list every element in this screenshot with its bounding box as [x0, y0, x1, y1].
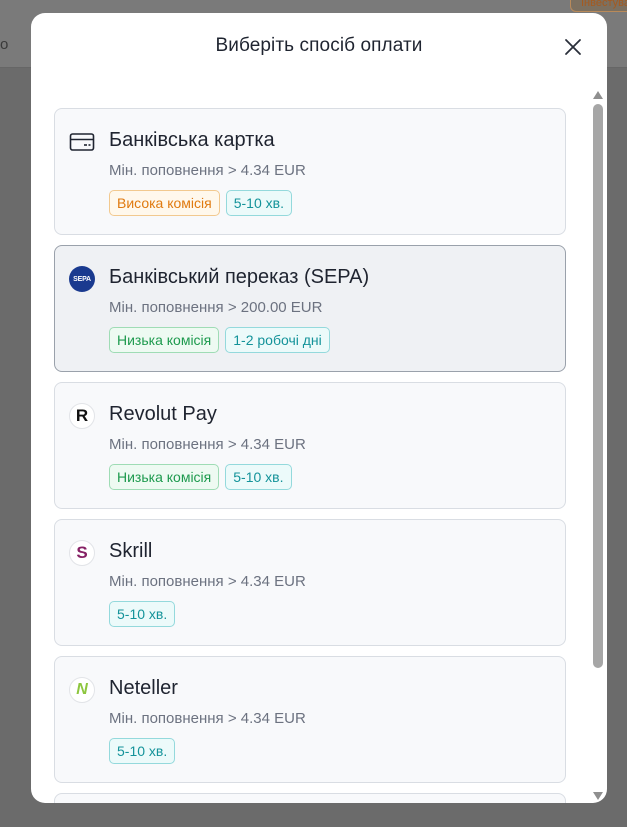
time-badge: 1-2 робочі дні — [225, 327, 330, 353]
time-badge: 5-10 хв. — [109, 601, 176, 627]
scrollbar-thumb[interactable] — [593, 104, 603, 668]
minimum-deposit: Мін. поповнення > 4.34 EUR — [109, 436, 306, 453]
payment-method-name: Банківська картка — [109, 129, 275, 151]
minimum-deposit: Мін. поповнення > 4.34 EUR — [109, 710, 306, 727]
payment-method-revolut-pay[interactable]: R Revolut Pay Мін. поповнення > 4.34 EUR… — [54, 382, 566, 509]
payment-method-modal: Виберіть спосіб оплати Банківська картка… — [31, 13, 607, 803]
payment-method-bank-card[interactable]: Банківська картка Мін. поповнення > 4.34… — [54, 108, 566, 235]
skrill-icon: S — [69, 540, 95, 566]
skrill-logo-text: S — [69, 540, 95, 566]
credit-card-icon — [69, 129, 95, 155]
payment-method-skrill[interactable]: S Skrill Мін. поповнення > 4.34 EUR 5-10… — [54, 519, 566, 646]
payment-method-name: Neteller — [109, 677, 178, 699]
modal-title: Виберіть спосіб оплати — [215, 35, 423, 56]
background-partial-text: o — [0, 36, 9, 53]
tag-list: Низька комісія 1-2 робочі дні — [109, 327, 330, 353]
sepa-icon: SEPA — [69, 266, 95, 292]
payment-method-list: Банківська картка Мін. поповнення > 4.34… — [54, 108, 566, 803]
fee-badge: Низька комісія — [109, 464, 220, 490]
time-badge: 5-10 хв. — [109, 738, 176, 764]
minimum-deposit: Мін. поповнення > 4.34 EUR — [109, 573, 306, 590]
payment-method-sepa[interactable]: SEPA Банківський переказ (SEPA) Мін. поп… — [54, 245, 566, 372]
tag-list: Висока комісія 5-10 хв. — [109, 190, 292, 216]
scroll-down-arrow-icon[interactable] — [592, 788, 604, 800]
tag-list: Низька комісія 5-10 хв. — [109, 464, 292, 490]
time-badge: 5-10 хв. — [225, 464, 292, 490]
time-badge: 5-10 хв. — [225, 190, 292, 216]
payment-method-name: Revolut Pay — [109, 403, 217, 425]
close-button[interactable] — [563, 37, 583, 57]
neteller-icon: N — [69, 677, 95, 703]
revolut-logo-text: R — [69, 403, 95, 429]
payment-method-partial[interactable] — [54, 793, 566, 803]
fee-badge: Висока комісія — [109, 190, 220, 216]
sepa-logo-text: SEPA — [69, 266, 95, 292]
tag-list: 5-10 хв. — [109, 738, 176, 764]
minimum-deposit: Мін. поповнення > 4.34 EUR — [109, 162, 306, 179]
payment-method-name: Банківський переказ (SEPA) — [109, 266, 370, 288]
payment-method-neteller[interactable]: N Neteller Мін. поповнення > 4.34 EUR 5-… — [54, 656, 566, 783]
revolut-icon: R — [69, 403, 95, 429]
payment-method-name: Skrill — [109, 540, 153, 562]
neteller-logo-text: N — [69, 677, 95, 703]
modal-header: Виберіть спосіб оплати — [31, 13, 607, 79]
minimum-deposit: Мін. поповнення > 200.00 EUR — [109, 299, 323, 316]
close-icon — [565, 39, 581, 55]
tag-list: 5-10 хв. — [109, 601, 176, 627]
background-invest-button: Інвестува — [570, 0, 627, 12]
fee-badge: Низька комісія — [109, 327, 220, 353]
scroll-up-arrow-icon[interactable] — [592, 87, 604, 99]
